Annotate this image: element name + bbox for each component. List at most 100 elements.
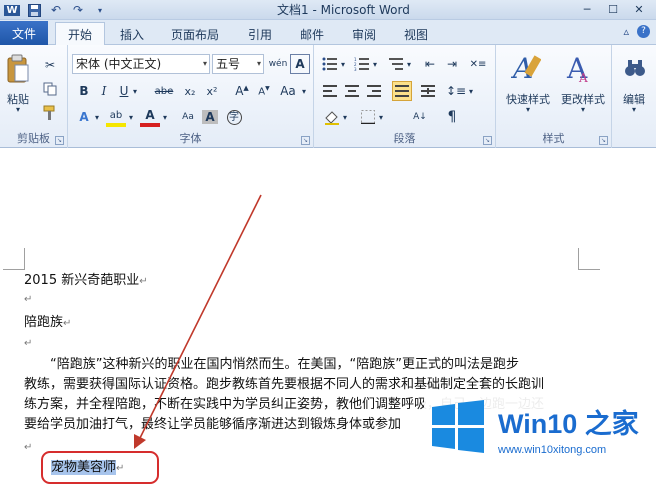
minimize-ribbon-icon[interactable]: ▵	[623, 25, 629, 38]
align-left-icon[interactable]	[320, 81, 340, 101]
tab-mailings[interactable]: 邮件	[290, 23, 334, 45]
group-paragraph: ▾ 123 ▾ ▾ ⇤ ⇥ ✕≡ ↕≡ ▾ ▾ ▾ A↓ ¶ 段落 ↘	[314, 45, 496, 148]
character-shading-icon[interactable]: A	[200, 107, 220, 127]
paste-dropdown-icon[interactable]: ▾	[6, 105, 30, 114]
shrink-font-icon[interactable]: A▼	[254, 81, 274, 101]
change-case-icon[interactable]: Aa	[278, 81, 298, 101]
line-spacing-icon[interactable]: ↕≡	[446, 81, 466, 101]
doc-line-para-4[interactable]: 要给学员加油打气，最终让学员能够循序渐进达到锻炼身体或参加	[24, 416, 401, 433]
doc-line-title[interactable]: 陪跑族↵	[24, 314, 71, 332]
paragraph-launcher-icon[interactable]: ↘	[483, 136, 492, 145]
maximize-icon[interactable]: ☐	[600, 0, 626, 18]
doc-line-empty[interactable]: ↵	[24, 290, 32, 308]
character-width-icon[interactable]: Aa	[178, 107, 198, 127]
ribbon: 粘贴 ▾ ✂ 剪贴板 ↘ 宋体 (中文正文) ▾ 五号 ▾ wén A B I U …	[0, 45, 656, 148]
doc-line-para-1[interactable]: “陪跑族”这种新兴的职业在国内悄然而生。在美国，“陪跑族”更正式的叫法是跑步	[24, 356, 519, 373]
borders-icon[interactable]	[358, 107, 378, 127]
word-logo-icon[interactable]: W	[4, 2, 20, 18]
align-center-icon[interactable]	[342, 81, 362, 101]
help-icon[interactable]: ?	[637, 25, 650, 38]
group-label-paragraph: 段落	[393, 132, 416, 145]
bullets-icon[interactable]	[320, 54, 340, 74]
undo-icon[interactable]: ↶	[48, 2, 64, 18]
font-size-dropdown[interactable]: 五号 ▾	[212, 54, 264, 74]
customize-qat-icon[interactable]: ▾	[92, 2, 108, 18]
grow-font-icon[interactable]: A▲	[232, 81, 252, 101]
group-clipboard: 粘贴 ▾ ✂ 剪贴板 ↘	[0, 45, 68, 148]
align-right-icon[interactable]	[364, 81, 384, 101]
multilevel-list-icon[interactable]	[386, 54, 406, 74]
svg-text:3: 3	[354, 67, 357, 71]
multilevel-dropdown-icon[interactable]: ▾	[404, 54, 414, 74]
enclosed-character-icon[interactable]: 字	[224, 107, 244, 127]
binoculars-icon[interactable]	[622, 53, 648, 83]
chinese-layout-icon[interactable]: ✕≡	[468, 54, 488, 74]
tab-page-layout[interactable]: 页面布局	[164, 23, 226, 45]
font-color-icon[interactable]: A	[140, 107, 160, 127]
change-case-dropdown-icon[interactable]: ▾	[298, 81, 310, 101]
phonetic-guide-icon[interactable]: wén	[268, 54, 288, 74]
decrease-indent-icon[interactable]: ⇤	[420, 54, 440, 74]
font-launcher-icon[interactable]: ↘	[301, 136, 310, 145]
tab-references[interactable]: 引用	[238, 23, 282, 45]
text-effects-icon[interactable]: A	[74, 107, 94, 127]
strikethrough-button[interactable]: abe	[152, 81, 176, 101]
font-color-dropdown-icon[interactable]: ▾	[160, 107, 170, 127]
italic-button[interactable]: I	[94, 81, 114, 101]
tab-review[interactable]: 审阅	[342, 23, 386, 45]
watermark-url: www.win10xitong.com	[498, 444, 607, 456]
styles-launcher-icon[interactable]: ↘	[599, 136, 608, 145]
quick-access-toolbar: W ↶ ↷ ▾	[4, 1, 108, 19]
group-font: 宋体 (中文正文) ▾ 五号 ▾ wén A B I U ▾ abe x₂ x² A…	[68, 45, 314, 148]
chevron-down-icon: ▾	[256, 59, 261, 68]
show-hide-marks-icon[interactable]: ¶	[442, 107, 462, 127]
editing-dropdown-icon[interactable]: ▾	[612, 105, 656, 114]
numbering-dropdown-icon[interactable]: ▾	[370, 54, 380, 74]
doc-line-heading[interactable]: 2015 新兴奇葩职业↵	[24, 272, 148, 290]
quick-styles-dropdown-icon[interactable]: ▾	[500, 105, 556, 114]
ribbon-tab-row: 文件 开始 插入 页面布局 引用 邮件 审阅 视图 ▵ ?	[0, 20, 656, 46]
highlight-color-icon[interactable]: ab	[106, 107, 126, 127]
doc-line-para-2[interactable]: 教练，需要获得国际认证资格。跑步教练首先要根据不同人的需求和基础制定全套的长跑训	[24, 376, 544, 393]
change-styles-icon[interactable]: AA	[564, 51, 596, 85]
font-name-dropdown[interactable]: 宋体 (中文正文) ▾	[72, 54, 210, 74]
tab-view[interactable]: 视图	[394, 23, 438, 45]
subscript-button[interactable]: x₂	[180, 81, 200, 101]
paste-icon[interactable]	[4, 51, 32, 87]
sort-icon[interactable]: A↓	[410, 107, 430, 127]
bold-button[interactable]: B	[74, 81, 94, 101]
clipboard-launcher-icon[interactable]: ↘	[55, 136, 64, 145]
underline-dropdown-icon[interactable]: ▾	[130, 81, 140, 101]
shading-icon[interactable]	[322, 107, 342, 127]
bullets-dropdown-icon[interactable]: ▾	[338, 54, 348, 74]
copy-icon[interactable]	[40, 79, 60, 99]
group-editing: 编辑 ▾	[612, 45, 656, 148]
highlight-annotation-box	[41, 451, 159, 484]
tab-file[interactable]: 文件	[0, 21, 48, 45]
borders-dropdown-icon[interactable]: ▾	[376, 107, 386, 127]
redo-icon[interactable]: ↷	[70, 2, 86, 18]
shading-dropdown-icon[interactable]: ▾	[340, 107, 350, 127]
character-border-icon[interactable]: A	[290, 54, 310, 74]
minimize-icon[interactable]: ─	[574, 0, 600, 18]
line-spacing-dropdown-icon[interactable]: ▾	[466, 81, 476, 101]
increase-indent-icon[interactable]: ⇥	[442, 54, 462, 74]
close-icon[interactable]: ✕	[626, 0, 652, 18]
highlight-dropdown-icon[interactable]: ▾	[126, 107, 136, 127]
quick-styles-icon[interactable]: A	[510, 51, 542, 85]
tab-home[interactable]: 开始	[55, 22, 105, 46]
tab-insert[interactable]: 插入	[110, 23, 154, 45]
numbering-icon[interactable]: 123	[352, 54, 372, 74]
text-effects-dropdown-icon[interactable]: ▾	[92, 107, 102, 127]
doc-line-empty[interactable]: ↵	[24, 438, 32, 456]
change-styles-dropdown-icon[interactable]: ▾	[556, 105, 610, 114]
document-gap	[0, 148, 656, 178]
superscript-button[interactable]: x²	[202, 81, 222, 101]
format-painter-icon[interactable]	[40, 103, 60, 123]
save-icon[interactable]	[26, 2, 42, 18]
font-size-value: 五号	[216, 57, 241, 71]
distributed-icon[interactable]	[418, 81, 438, 101]
justify-icon[interactable]	[392, 81, 412, 101]
doc-line-empty[interactable]: ↵	[24, 334, 32, 352]
cut-icon[interactable]: ✂	[40, 55, 60, 75]
